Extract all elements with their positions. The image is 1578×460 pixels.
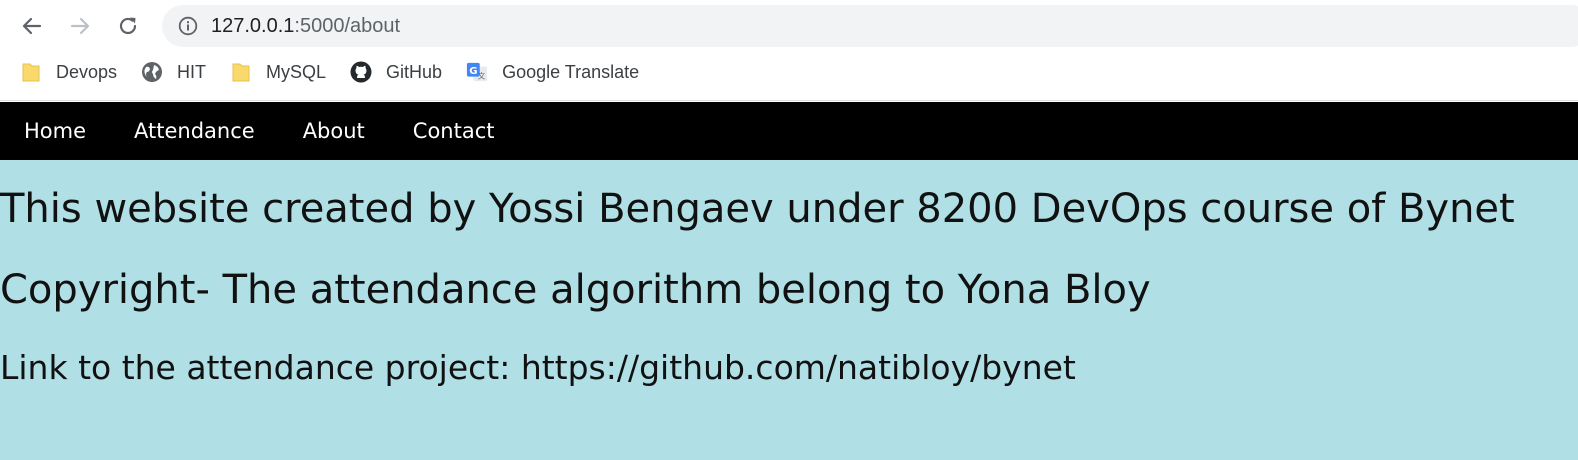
bookmark-mysql[interactable]: MySQL [230,56,326,88]
url-host: 127.0.0.1 [211,14,295,37]
arrow-right-icon [70,17,90,35]
folder-icon [230,61,252,83]
bookmark-label: GitHub [386,61,443,82]
bookmarks-bar: Devops HIT MySQL GitHub G 文 Google Trans… [0,52,1578,92]
bookmark-google-translate[interactable]: G 文 Google Translate [466,56,639,88]
site-navbar: Home Attendance About Contact [0,102,1578,160]
nav-link-attendance[interactable]: Attendance [110,102,279,160]
globe-icon [141,61,163,83]
arrow-left-icon [22,17,42,35]
browser-chrome: 127.0.0.1:5000/about Devops HIT MySQL Gi… [0,0,1578,101]
svg-text:文: 文 [478,71,486,80]
svg-text:G: G [469,66,477,77]
bookmark-label: MySQL [266,61,327,82]
url-text[interactable]: 127.0.0.1:5000/about [211,15,400,38]
chrome-divider [0,100,1578,101]
copyright-heading: Copyright- The attendance algorithm belo… [0,267,1151,313]
bookmark-hit[interactable]: HIT [141,56,206,88]
url-path: :5000/about [294,14,401,37]
info-icon[interactable] [177,15,199,37]
bookmark-label: Google Translate [502,61,640,82]
bookmark-label: HIT [177,61,207,82]
nav-link-contact[interactable]: Contact [389,102,519,160]
bookmark-devops[interactable]: Devops [20,56,117,88]
back-button[interactable] [15,9,49,43]
bookmark-label: Devops [56,61,118,82]
bookmark-github[interactable]: GitHub [350,56,442,88]
reload-button[interactable] [111,9,145,43]
reload-icon [119,17,137,35]
project-link-text: Link to the attendance project: https://… [0,348,1076,387]
nav-link-about[interactable]: About [279,102,389,160]
browser-toolbar: 127.0.0.1:5000/about [0,0,1578,52]
google-translate-icon: G 文 [466,61,488,83]
page-body: Home Attendance About Contact This websi… [0,102,1578,460]
forward-button[interactable] [63,9,97,43]
github-icon [350,61,372,83]
address-bar[interactable]: 127.0.0.1:5000/about [162,5,1578,47]
page-heading: This website created by Yossi Bengaev un… [0,186,1515,232]
nav-link-home[interactable]: Home [0,102,110,160]
folder-icon [20,61,42,83]
